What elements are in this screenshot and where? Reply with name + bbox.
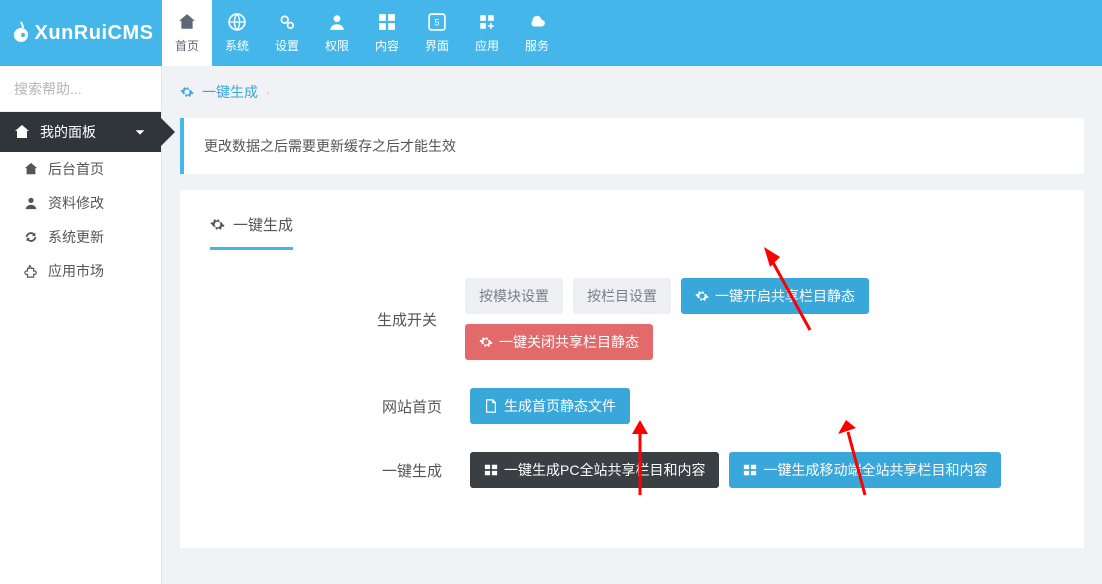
nav-home[interactable]: 首页 bbox=[162, 0, 212, 66]
chevron-down-icon bbox=[133, 125, 147, 139]
main-card: 一键生成 生成开关 按模块设置 按栏目设置 一键开启共享栏目静态 一键关闭共享栏… bbox=[180, 190, 1084, 548]
nav-apps[interactable]: 应用 bbox=[462, 0, 512, 66]
sidebar-item-label: 后台首页 bbox=[48, 159, 104, 179]
grid-icon bbox=[378, 13, 396, 31]
tab-label: 一键生成 bbox=[233, 214, 293, 235]
nav-settings[interactable]: 设置 bbox=[262, 0, 312, 66]
search-row bbox=[0, 66, 161, 112]
btn-disable-shared-static[interactable]: 一键关闭共享栏目静态 bbox=[465, 324, 653, 360]
row-one-click: 一键生成 一键生成PC全站共享栏目和内容 一键生成移动端全站共享栏目和内容 bbox=[210, 452, 1054, 488]
nav-label: 权限 bbox=[325, 37, 349, 54]
gear-icon bbox=[210, 217, 225, 232]
row-site-home: 网站首页 生成首页静态文件 bbox=[210, 388, 1054, 424]
breadcrumb-sep: · bbox=[266, 84, 271, 100]
breadcrumb-title[interactable]: 一键生成 bbox=[202, 82, 258, 102]
btn-by-module[interactable]: 按模块设置 bbox=[465, 278, 563, 314]
notice-callout: 更改数据之后需要更新缓存之后才能生效 bbox=[180, 118, 1084, 174]
sidebar-item-update[interactable]: 系统更新 bbox=[0, 220, 161, 254]
sidebar-panel-title: 我的面板 bbox=[40, 122, 96, 142]
html5-icon bbox=[428, 13, 446, 31]
btn-build-home-static[interactable]: 生成首页静态文件 bbox=[470, 388, 630, 424]
tab-one-click[interactable]: 一键生成 bbox=[210, 214, 293, 250]
nav-label: 系统 bbox=[225, 37, 249, 54]
gear-icon bbox=[180, 85, 194, 99]
nav-content[interactable]: 内容 bbox=[362, 0, 412, 66]
apps-icon bbox=[478, 13, 496, 31]
row-generate-switch: 生成开关 按模块设置 按栏目设置 一键开启共享栏目静态 一键关闭共享栏目静态 bbox=[210, 278, 1054, 360]
btn-enable-shared-static[interactable]: 一键开启共享栏目静态 bbox=[681, 278, 869, 314]
main-area: 一键生成 · 更改数据之后需要更新缓存之后才能生效 一键生成 生成开关 按模块设… bbox=[162, 66, 1102, 584]
nav-label: 内容 bbox=[375, 37, 399, 54]
sidebar-item-back-home[interactable]: 后台首页 bbox=[0, 152, 161, 186]
btn-generate-mobile-all[interactable]: 一键生成移动端全站共享栏目和内容 bbox=[729, 452, 1001, 488]
btn-generate-pc-all[interactable]: 一键生成PC全站共享栏目和内容 bbox=[470, 452, 719, 488]
cloud-icon bbox=[528, 13, 546, 31]
notice-text: 更改数据之后需要更新缓存之后才能生效 bbox=[204, 138, 456, 154]
nav-system[interactable]: 系统 bbox=[212, 0, 262, 66]
nav-label: 首页 bbox=[175, 37, 199, 54]
nav-services[interactable]: 服务 bbox=[512, 0, 562, 66]
gear-icon bbox=[695, 289, 709, 303]
brand-text: XunRuiCMS bbox=[35, 22, 154, 45]
home-icon bbox=[14, 124, 30, 140]
nav-label: 服务 bbox=[525, 37, 549, 54]
gear-icon bbox=[479, 335, 493, 349]
sidebar-item-label: 资料修改 bbox=[48, 193, 104, 213]
nav-label: 应用 bbox=[475, 37, 499, 54]
windows-icon bbox=[743, 463, 757, 477]
breadcrumb: 一键生成 · bbox=[180, 82, 1084, 102]
nav-label: 界面 bbox=[425, 37, 449, 54]
home-icon bbox=[178, 13, 196, 31]
btn-by-column[interactable]: 按栏目设置 bbox=[573, 278, 671, 314]
globe-icon bbox=[228, 13, 246, 31]
logo-icon bbox=[9, 21, 33, 45]
home-icon bbox=[24, 162, 38, 176]
row-label: 网站首页 bbox=[210, 396, 470, 417]
nav-permissions[interactable]: 权限 bbox=[312, 0, 362, 66]
sidebar-item-label: 系统更新 bbox=[48, 227, 104, 247]
user-icon bbox=[328, 13, 346, 31]
windows-icon bbox=[484, 463, 498, 477]
sidebar: 我的面板 后台首页 资料修改 系统更新 应用市场 bbox=[0, 66, 162, 584]
nav-interface[interactable]: 界面 bbox=[412, 0, 462, 66]
file-icon bbox=[484, 399, 498, 413]
brand-logo: XunRuiCMS bbox=[0, 0, 162, 66]
sidebar-item-appmarket[interactable]: 应用市场 bbox=[0, 254, 161, 288]
refresh-icon bbox=[24, 230, 38, 244]
sidebar-item-profile[interactable]: 资料修改 bbox=[0, 186, 161, 220]
row-label: 生成开关 bbox=[210, 309, 465, 330]
row-label: 一键生成 bbox=[210, 460, 470, 481]
nav-label: 设置 bbox=[275, 37, 299, 54]
puzzle-icon bbox=[24, 264, 38, 278]
sidebar-panel-header[interactable]: 我的面板 bbox=[0, 112, 161, 152]
topbar: XunRuiCMS 首页 系统 设置 权限 内容 界面 应用 服务 bbox=[0, 0, 1102, 66]
sidebar-item-label: 应用市场 bbox=[48, 261, 104, 281]
cogs-icon bbox=[278, 13, 296, 31]
user-icon bbox=[24, 196, 38, 210]
